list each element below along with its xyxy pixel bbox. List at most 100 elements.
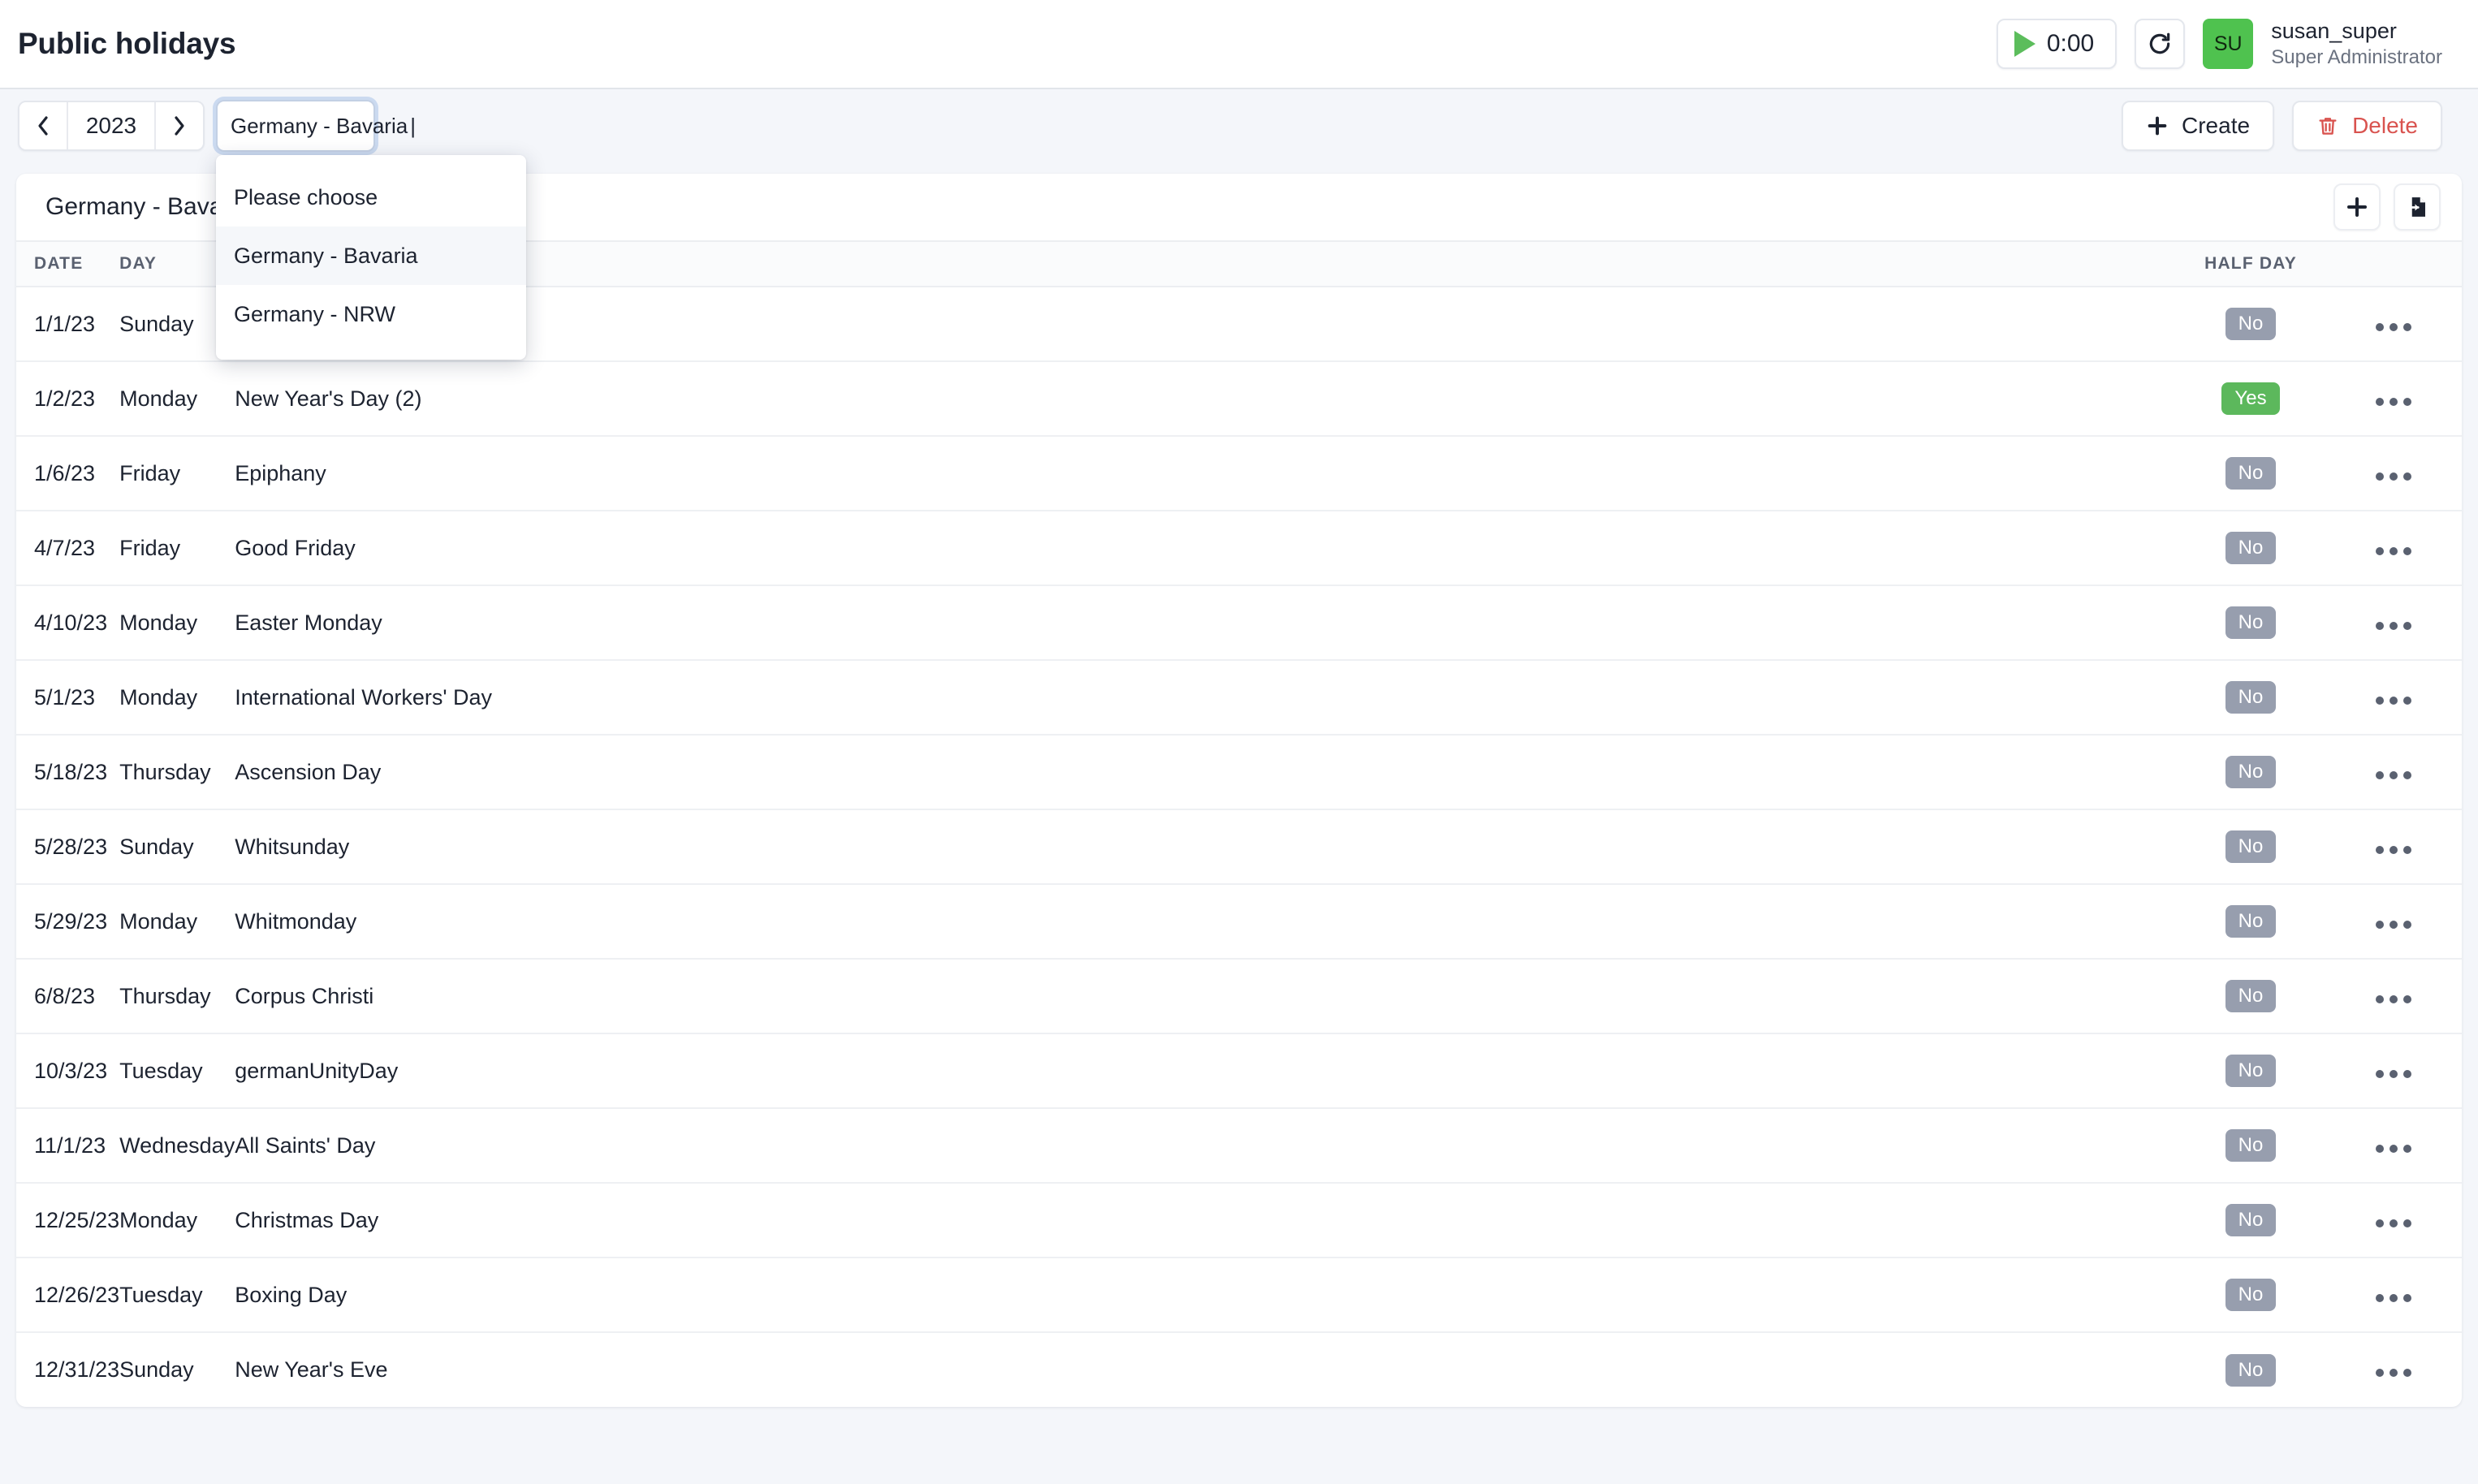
cell-row-menu	[2372, 287, 2462, 361]
cell-row-menu	[2372, 1332, 2462, 1407]
more-options-icon[interactable]	[2372, 1070, 2411, 1078]
column-header-half-day[interactable]: HALF DAY	[2129, 241, 2372, 287]
cell-date: 1/1/23	[16, 287, 119, 361]
cell-date: 12/31/23	[16, 1332, 119, 1407]
more-options-icon[interactable]	[2372, 472, 2411, 481]
header-actions: 0:00 SU susan_super Super Administrator	[1997, 18, 2442, 70]
table-row[interactable]: 4/10/23MondayEaster MondayNo	[16, 585, 2462, 660]
plus-icon	[2146, 114, 2169, 137]
half-day-badge: No	[2225, 1055, 2277, 1087]
year-next-button[interactable]	[156, 102, 203, 149]
play-icon	[2014, 31, 2036, 57]
user-block[interactable]: susan_super Super Administrator	[2271, 18, 2442, 70]
table-row[interactable]: 5/18/23ThursdayAscension DayNo	[16, 735, 2462, 809]
table-row[interactable]: 4/7/23FridayGood FridayNo	[16, 511, 2462, 585]
region-select[interactable]: Germany - Bavaria |	[216, 100, 375, 152]
cell-name: Ascension Day	[235, 735, 2129, 809]
dropdown-option-germany-nrw[interactable]: Germany - NRW	[216, 285, 526, 343]
cell-date: 6/8/23	[16, 959, 119, 1033]
app-header: Public holidays 0:00 SU susan_super Supe…	[0, 0, 2478, 89]
dropdown-option-please-choose[interactable]: Please choose	[216, 168, 526, 226]
more-options-icon[interactable]	[2372, 398, 2411, 406]
cell-row-menu	[2372, 735, 2462, 809]
table-row[interactable]: 1/6/23FridayEpiphanyNo	[16, 436, 2462, 511]
more-options-icon[interactable]	[2372, 1369, 2411, 1377]
cell-half-day: No	[2129, 660, 2372, 735]
cell-half-day: No	[2129, 1108, 2372, 1183]
more-options-icon[interactable]	[2372, 697, 2411, 705]
cell-day: Monday	[119, 884, 235, 959]
cell-half-day: No	[2129, 1183, 2372, 1258]
cell-date: 12/26/23	[16, 1258, 119, 1332]
chevron-right-icon	[170, 114, 189, 138]
more-options-icon[interactable]	[2372, 921, 2411, 929]
half-day-badge: No	[2225, 830, 2277, 863]
half-day-badge: No	[2225, 308, 2277, 340]
cell-day: Monday	[119, 361, 235, 436]
more-options-icon[interactable]	[2372, 846, 2411, 854]
cell-half-day: No	[2129, 436, 2372, 511]
table-row[interactable]: 10/3/23TuesdaygermanUnityDayNo	[16, 1033, 2462, 1108]
plus-icon	[2345, 195, 2369, 219]
table-row[interactable]: 5/1/23MondayInternational Workers' DayNo	[16, 660, 2462, 735]
cell-day: Friday	[119, 511, 235, 585]
dropdown-option-label: Please choose	[234, 185, 378, 210]
cell-day: Monday	[119, 1183, 235, 1258]
year-value[interactable]: 2023	[67, 102, 156, 149]
cell-half-day: Yes	[2129, 361, 2372, 436]
table-row[interactable]: 11/1/23WednesdayAll Saints' DayNo	[16, 1108, 2462, 1183]
import-holidays-button[interactable]	[2394, 183, 2441, 231]
dropdown-option-germany-bavaria[interactable]: Germany - Bavaria	[216, 226, 526, 285]
half-day-badge: No	[2225, 905, 2277, 938]
cell-half-day: No	[2129, 585, 2372, 660]
half-day-badge: No	[2225, 980, 2277, 1012]
cell-name: Boxing Day	[235, 1258, 2129, 1332]
more-options-icon[interactable]	[2372, 622, 2411, 630]
more-options-icon[interactable]	[2372, 1145, 2411, 1153]
table-row[interactable]: 5/29/23MondayWhitmondayNo	[16, 884, 2462, 959]
add-holiday-button[interactable]	[2333, 183, 2381, 231]
delete-button-label: Delete	[2352, 113, 2418, 139]
more-options-icon[interactable]	[2372, 1219, 2411, 1227]
trash-icon	[2316, 114, 2339, 137]
cell-date: 12/25/23	[16, 1183, 119, 1258]
toolbar: 2023 Germany - Bavaria | Please choose G…	[0, 89, 2478, 162]
cell-day: Tuesday	[119, 1033, 235, 1108]
cell-name: Epiphany	[235, 436, 2129, 511]
cell-name: Easter Monday	[235, 585, 2129, 660]
cell-half-day: No	[2129, 1332, 2372, 1407]
file-import-icon	[2405, 195, 2429, 219]
timer-button[interactable]: 0:00	[1997, 19, 2117, 69]
table-row[interactable]: 1/2/23MondayNew Year's Day (2)Yes	[16, 361, 2462, 436]
dropdown-option-label: Germany - Bavaria	[234, 244, 418, 269]
delete-button[interactable]: Delete	[2292, 101, 2442, 151]
cell-half-day: No	[2129, 511, 2372, 585]
cell-half-day: No	[2129, 884, 2372, 959]
cell-half-day: No	[2129, 809, 2372, 884]
cell-date: 4/10/23	[16, 585, 119, 660]
page-title: Public holidays	[18, 27, 235, 61]
table-row[interactable]: 6/8/23ThursdayCorpus ChristiNo	[16, 959, 2462, 1033]
more-options-icon[interactable]	[2372, 995, 2411, 1003]
cell-day: Monday	[119, 585, 235, 660]
cell-day: Friday	[119, 436, 235, 511]
avatar[interactable]: SU	[2203, 19, 2253, 69]
more-options-icon[interactable]	[2372, 771, 2411, 779]
table-row[interactable]: 5/28/23SundayWhitsundayNo	[16, 809, 2462, 884]
half-day-badge: No	[2225, 756, 2277, 788]
cell-row-menu	[2372, 959, 2462, 1033]
more-options-icon[interactable]	[2372, 1294, 2411, 1302]
cell-day: Tuesday	[119, 1258, 235, 1332]
table-row[interactable]: 12/25/23MondayChristmas DayNo	[16, 1183, 2462, 1258]
cell-half-day: No	[2129, 287, 2372, 361]
more-options-icon[interactable]	[2372, 547, 2411, 555]
refresh-button[interactable]	[2135, 19, 2185, 69]
column-header-date[interactable]: DATE	[16, 241, 119, 287]
region-select-wrapper: Germany - Bavaria | Please choose German…	[216, 100, 375, 152]
cell-date: 11/1/23	[16, 1108, 119, 1183]
create-button[interactable]: Create	[2122, 101, 2274, 151]
table-row[interactable]: 12/31/23SundayNew Year's EveNo	[16, 1332, 2462, 1407]
year-prev-button[interactable]	[19, 102, 67, 149]
table-row[interactable]: 12/26/23TuesdayBoxing DayNo	[16, 1258, 2462, 1332]
more-options-icon[interactable]	[2372, 323, 2411, 331]
